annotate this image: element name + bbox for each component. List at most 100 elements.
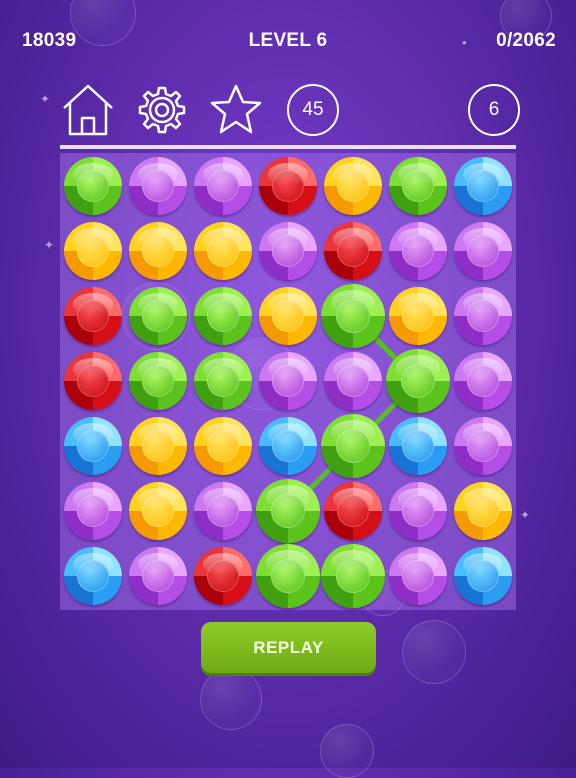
gear-icon[interactable]: [134, 82, 190, 138]
sparkle-icon: ✦: [44, 238, 55, 252]
gem-shine: [72, 292, 113, 315]
gem-purple[interactable]: [128, 156, 187, 215]
gem-shine: [137, 422, 178, 445]
gem-green[interactable]: [255, 479, 320, 544]
gem-shine: [398, 162, 439, 185]
gem-shine: [72, 488, 113, 511]
background-bubble: [402, 620, 466, 684]
gem-shine: [72, 553, 113, 576]
gem-blue[interactable]: [258, 416, 317, 475]
progress-counter: 0/2062: [496, 30, 556, 51]
gem-blue[interactable]: [63, 416, 122, 475]
gem-shine: [265, 550, 310, 575]
gem-blue[interactable]: [454, 547, 513, 606]
gem-green[interactable]: [320, 544, 385, 609]
gem-blue[interactable]: [454, 156, 513, 215]
gem-shine: [72, 162, 113, 185]
gem-red[interactable]: [63, 286, 122, 345]
gem-shine: [265, 485, 310, 510]
gem-purple[interactable]: [63, 482, 122, 541]
gem-green[interactable]: [255, 544, 320, 609]
gem-green[interactable]: [193, 351, 252, 410]
gem-shine: [202, 292, 243, 315]
gem-green[interactable]: [128, 351, 187, 410]
gem-blue[interactable]: [63, 547, 122, 606]
gem-shine: [267, 227, 308, 250]
gem-green[interactable]: [193, 286, 252, 345]
replay-button[interactable]: REPLAY: [201, 622, 376, 673]
home-icon[interactable]: [60, 82, 116, 138]
gem-purple[interactable]: [389, 221, 448, 280]
gem-shine: [398, 553, 439, 576]
gem-shine: [267, 162, 308, 185]
gem-green[interactable]: [320, 413, 385, 478]
gem-purple[interactable]: [258, 351, 317, 410]
gem-yellow[interactable]: [193, 221, 252, 280]
gem-purple[interactable]: [128, 547, 187, 606]
gem-red[interactable]: [323, 482, 382, 541]
gem-yellow[interactable]: [128, 221, 187, 280]
gem-yellow[interactable]: [454, 482, 513, 541]
background-bubble: [200, 668, 262, 730]
gem-purple[interactable]: [193, 156, 252, 215]
gem-shine: [267, 422, 308, 445]
gem-shine: [463, 162, 504, 185]
gem-purple[interactable]: [454, 351, 513, 410]
gem-shine: [398, 422, 439, 445]
gem-shine: [202, 227, 243, 250]
sparkle-icon: ✦: [40, 92, 51, 106]
gem-shine: [202, 553, 243, 576]
gem-shine: [463, 357, 504, 380]
gem-shine: [267, 357, 308, 380]
gem-purple[interactable]: [323, 351, 382, 410]
gem-yellow[interactable]: [63, 221, 122, 280]
gem-yellow[interactable]: [193, 416, 252, 475]
gem-shine: [398, 488, 439, 511]
gem-shine: [330, 289, 375, 314]
background-bubble: [320, 724, 374, 778]
gem-green[interactable]: [128, 286, 187, 345]
gem-shine: [330, 550, 375, 575]
gem-purple[interactable]: [389, 482, 448, 541]
gem-purple[interactable]: [193, 482, 252, 541]
gem-shine: [463, 292, 504, 315]
level-title: LEVEL 6: [248, 30, 328, 51]
gem-purple[interactable]: [389, 547, 448, 606]
gem-shine: [202, 488, 243, 511]
gem-yellow[interactable]: [323, 156, 382, 215]
gem-green[interactable]: [386, 348, 451, 413]
gem-shine: [398, 227, 439, 250]
gem-green[interactable]: [389, 156, 448, 215]
gem-shine: [137, 227, 178, 250]
gem-shine: [202, 422, 243, 445]
gem-purple[interactable]: [454, 416, 513, 475]
gem-shine: [137, 357, 178, 380]
gem-yellow[interactable]: [128, 416, 187, 475]
gem-red[interactable]: [63, 351, 122, 410]
gem-shine: [72, 227, 113, 250]
gem-red[interactable]: [323, 221, 382, 280]
gem-green[interactable]: [63, 156, 122, 215]
gem-purple[interactable]: [454, 286, 513, 345]
star-icon[interactable]: [208, 82, 264, 138]
gem-blue[interactable]: [389, 416, 448, 475]
gem-shine: [332, 162, 373, 185]
gem-shine: [330, 419, 375, 444]
gem-shine: [332, 227, 373, 250]
gem-yellow[interactable]: [389, 286, 448, 345]
gem-purple[interactable]: [258, 221, 317, 280]
gem-shine: [137, 162, 178, 185]
gem-shine: [137, 488, 178, 511]
gem-red[interactable]: [193, 547, 252, 606]
gem-shine: [396, 354, 441, 379]
gem-green[interactable]: [320, 283, 385, 348]
gem-red[interactable]: [258, 156, 317, 215]
gem-shine: [267, 292, 308, 315]
game-board[interactable]: [60, 153, 516, 610]
gem-yellow[interactable]: [128, 482, 187, 541]
target-counter: 6: [468, 84, 520, 136]
gem-yellow[interactable]: [258, 286, 317, 345]
gem-purple[interactable]: [454, 221, 513, 280]
gem-shine: [398, 292, 439, 315]
gem-shine: [463, 422, 504, 445]
